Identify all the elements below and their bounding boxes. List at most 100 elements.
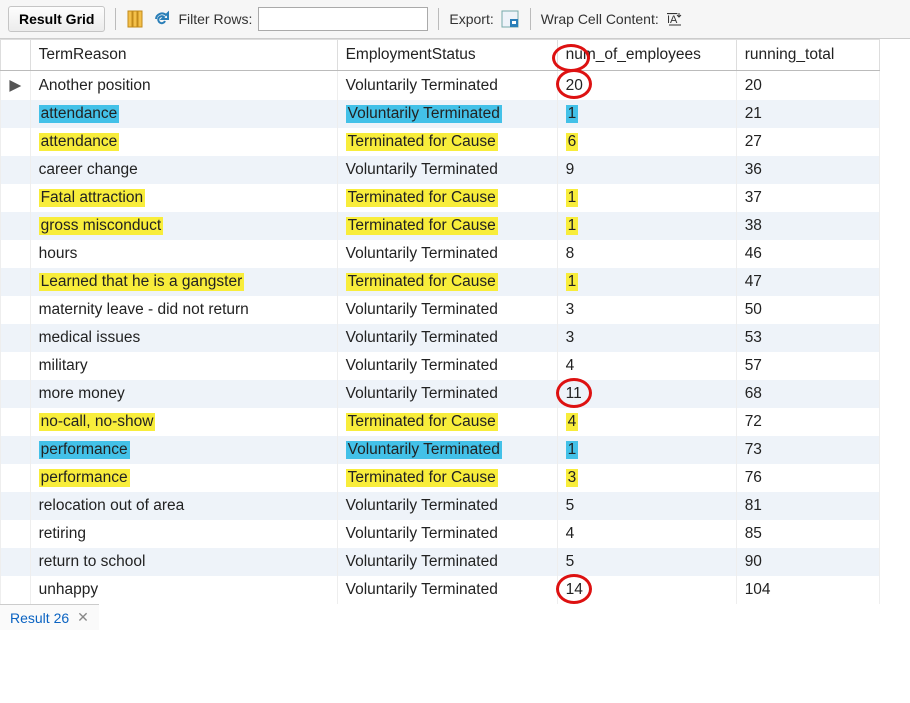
- cell-running-total: 90: [736, 548, 879, 576]
- cell-termreason: more money: [30, 380, 337, 408]
- cell-termreason: attendance: [30, 128, 337, 156]
- table-row[interactable]: hoursVoluntarily Terminated846: [1, 240, 880, 268]
- cell-running-total: 36: [736, 156, 879, 184]
- table-row[interactable]: performanceTerminated for Cause376: [1, 464, 880, 492]
- cell-running-total: 85: [736, 520, 879, 548]
- header-row: TermReason EmploymentStatus num_of_emplo…: [1, 40, 880, 71]
- table-row[interactable]: attendanceVoluntarily Terminated121: [1, 100, 880, 128]
- row-indicator: [1, 520, 31, 548]
- cell-employmentstatus: Voluntarily Terminated: [337, 296, 557, 324]
- row-indicator: [1, 184, 31, 212]
- col-termreason[interactable]: TermReason: [30, 40, 337, 71]
- table-row[interactable]: return to schoolVoluntarily Terminated59…: [1, 548, 880, 576]
- cell-employmentstatus: Voluntarily Terminated: [337, 576, 557, 604]
- filter-rows-label: Filter Rows:: [178, 11, 252, 27]
- wrap-cell-label: Wrap Cell Content:: [541, 11, 659, 27]
- cell-termreason: hours: [30, 240, 337, 268]
- cell-running-total: 27: [736, 128, 879, 156]
- close-icon[interactable]: ✕: [77, 609, 89, 626]
- cell-num-of-employees: 6: [557, 128, 736, 156]
- table-row[interactable]: no-call, no-showTerminated for Cause472: [1, 408, 880, 436]
- table-row[interactable]: career changeVoluntarily Terminated936: [1, 156, 880, 184]
- wrap-cell-icon[interactable]: IA: [665, 9, 685, 29]
- result-tab-label: Result 26: [10, 610, 69, 626]
- cell-termreason: retiring: [30, 520, 337, 548]
- row-indicator: [1, 548, 31, 576]
- result-grid[interactable]: TermReason EmploymentStatus num_of_emplo…: [0, 39, 910, 604]
- separator: [438, 8, 439, 30]
- cell-termreason: maternity leave - did not return: [30, 296, 337, 324]
- cell-termreason: Another position: [30, 71, 337, 101]
- cell-termreason: attendance: [30, 100, 337, 128]
- cell-employmentstatus: Voluntarily Terminated: [337, 324, 557, 352]
- cell-running-total: 73: [736, 436, 879, 464]
- export-save-icon[interactable]: [500, 9, 520, 29]
- table-row[interactable]: maternity leave - did not returnVoluntar…: [1, 296, 880, 324]
- cell-running-total: 47: [736, 268, 879, 296]
- cell-running-total: 50: [736, 296, 879, 324]
- col-employmentstatus[interactable]: EmploymentStatus: [337, 40, 557, 71]
- cell-employmentstatus: Voluntarily Terminated: [337, 352, 557, 380]
- cell-termreason: gross misconduct: [30, 212, 337, 240]
- result-toolbar: Result Grid Filter Rows: Export: Wrap Ce…: [0, 0, 910, 39]
- cell-employmentstatus: Voluntarily Terminated: [337, 240, 557, 268]
- cell-employmentstatus: Terminated for Cause: [337, 408, 557, 436]
- cell-running-total: 37: [736, 184, 879, 212]
- cell-employmentstatus: Voluntarily Terminated: [337, 156, 557, 184]
- cell-termreason: military: [30, 352, 337, 380]
- table-row[interactable]: gross misconductTerminated for Cause138: [1, 212, 880, 240]
- cell-termreason: return to school: [30, 548, 337, 576]
- row-indicator: [1, 296, 31, 324]
- status-bar: Result 26 ✕: [0, 604, 910, 630]
- row-indicator: [1, 436, 31, 464]
- row-indicator: [1, 212, 31, 240]
- row-indicator: [1, 408, 31, 436]
- table-row[interactable]: militaryVoluntarily Terminated457: [1, 352, 880, 380]
- cell-employmentstatus: Terminated for Cause: [337, 128, 557, 156]
- cell-running-total: 57: [736, 352, 879, 380]
- cell-termreason: unhappy: [30, 576, 337, 604]
- result-grid-button[interactable]: Result Grid: [8, 6, 105, 32]
- table-row[interactable]: Learned that he is a gangsterTerminated …: [1, 268, 880, 296]
- filter-rows-input[interactable]: [258, 7, 428, 31]
- cell-termreason: Learned that he is a gangster: [30, 268, 337, 296]
- row-indicator: [1, 352, 31, 380]
- table-row[interactable]: ▶Another positionVoluntarily Terminated2…: [1, 71, 880, 101]
- result-tab[interactable]: Result 26 ✕: [0, 604, 99, 630]
- table-row[interactable]: more moneyVoluntarily Terminated1168: [1, 380, 880, 408]
- cell-num-of-employees: 1: [557, 184, 736, 212]
- cell-running-total: 46: [736, 240, 879, 268]
- cell-running-total: 104: [736, 576, 879, 604]
- cell-employmentstatus: Voluntarily Terminated: [337, 436, 557, 464]
- cell-running-total: 72: [736, 408, 879, 436]
- table-row[interactable]: performanceVoluntarily Terminated173: [1, 436, 880, 464]
- table-row[interactable]: unhappyVoluntarily Terminated14104: [1, 576, 880, 604]
- grid-view-icon[interactable]: [126, 9, 146, 29]
- row-indicator: [1, 324, 31, 352]
- cell-termreason: career change: [30, 156, 337, 184]
- row-indicator: [1, 268, 31, 296]
- cell-termreason: performance: [30, 464, 337, 492]
- table-row[interactable]: retiringVoluntarily Terminated485: [1, 520, 880, 548]
- col-num-label: num_of_employees: [566, 46, 701, 63]
- refresh-icon[interactable]: [152, 9, 172, 29]
- table-row[interactable]: medical issuesVoluntarily Terminated353: [1, 324, 880, 352]
- row-indicator: [1, 156, 31, 184]
- cell-num-of-employees: 1: [557, 436, 736, 464]
- cell-num-of-employees: 4: [557, 352, 736, 380]
- cell-num-of-employees: 9: [557, 156, 736, 184]
- separator: [115, 8, 116, 30]
- cell-num-of-employees: 5: [557, 492, 736, 520]
- table-row[interactable]: attendanceTerminated for Cause627: [1, 128, 880, 156]
- cell-running-total: 38: [736, 212, 879, 240]
- row-indicator: [1, 100, 31, 128]
- table-row[interactable]: relocation out of areaVoluntarily Termin…: [1, 492, 880, 520]
- cell-employmentstatus: Voluntarily Terminated: [337, 520, 557, 548]
- table-row[interactable]: Fatal attractionTerminated for Cause137: [1, 184, 880, 212]
- col-running-total[interactable]: running_total: [736, 40, 879, 71]
- cell-num-of-employees: 3: [557, 464, 736, 492]
- cell-num-of-employees: 3: [557, 324, 736, 352]
- row-indicator: [1, 492, 31, 520]
- col-num-of-employees[interactable]: num_of_employees: [557, 40, 736, 71]
- cell-running-total: 20: [736, 71, 879, 101]
